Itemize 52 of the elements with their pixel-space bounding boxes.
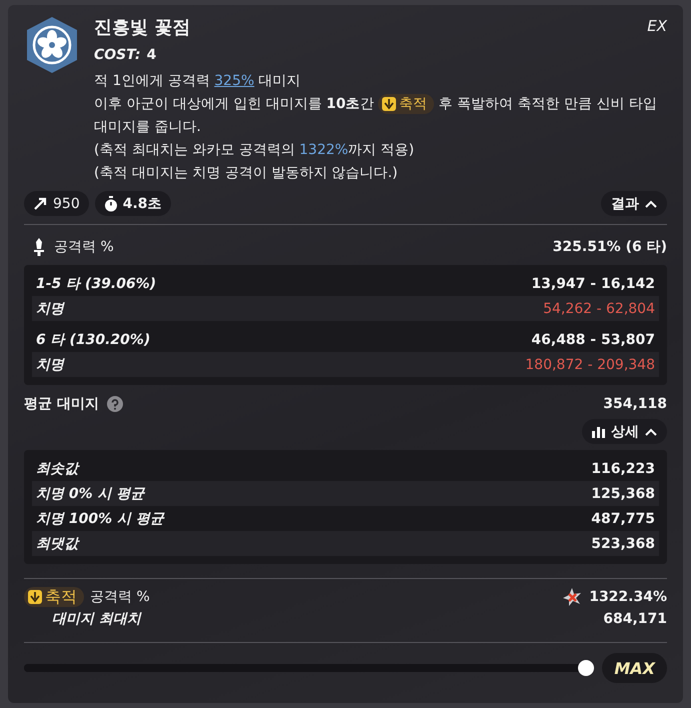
attack-label: 공격력 % (54, 238, 114, 256)
stat-chip: 950 (24, 191, 89, 216)
bar-chart-icon (592, 425, 605, 438)
skill-type: EX (647, 17, 667, 35)
arrow-icon (33, 196, 48, 211)
tag-icon (28, 590, 42, 604)
summary-label: 최솟값 (36, 460, 78, 478)
attack-value: 325.51% (6 타) (552, 238, 667, 256)
hit-value: 46,488 - 53,807 (531, 332, 655, 348)
caret-icon (645, 200, 657, 208)
summary-label: 치명 0% 시 평균 (36, 484, 144, 502)
stat-chip: 4.8초 (94, 191, 171, 216)
cost-value: 4 (146, 46, 156, 65)
slider-thumb[interactable] (578, 660, 594, 676)
tag-icon (382, 97, 396, 112)
burst-icon (563, 588, 582, 606)
crit-label: 치명 (36, 356, 64, 374)
caret-icon (645, 428, 657, 436)
summary-value: 523,368 (591, 536, 655, 552)
result-toggle[interactable]: 결과 (601, 191, 667, 216)
max-damage-value: 684,171 (603, 611, 667, 627)
description-line: (축적 최대치는 와카모 공격력의 1322%까지 적용) (94, 141, 416, 160)
stopwatch-icon (104, 196, 118, 212)
flower-icon (24, 15, 80, 75)
detail-toggle[interactable]: 상세 (582, 419, 667, 444)
description-line: 적 1인에게 공격력 325% 대미지 (94, 72, 302, 91)
hit-label: 6 타 (130.20%) (36, 330, 150, 348)
hit-label: 1-5 타 (39.06%) (36, 274, 156, 292)
accumulate-value: 1322.34% (589, 589, 667, 605)
crit-value: 180,872 - 209,348 (525, 356, 655, 372)
description-line: (축적 대미지는 치명 공격이 발동하지 않습니다.) (94, 164, 399, 183)
keyword-tag: 축적 (378, 94, 434, 114)
summary-value: 487,775 (591, 510, 655, 526)
hit-value: 13,947 - 16,142 (531, 276, 655, 292)
cost-label: COST: (94, 46, 141, 65)
summary-value: 125,368 (591, 486, 655, 502)
crit-label: 치명 (36, 300, 64, 318)
value-link[interactable]: 325% (214, 73, 254, 89)
crit-value: 54,262 - 62,804 (543, 300, 655, 316)
average-value: 354,118 (603, 396, 667, 412)
summary-value: 116,223 (591, 460, 655, 476)
skill-title: 진흥빛 꽃점 (94, 16, 190, 40)
accumulate-label: 공격력 % (90, 588, 150, 606)
max-damage-label: 대미지 최대치 (52, 610, 141, 628)
sword-icon (34, 238, 44, 256)
max-button[interactable]: MAX (602, 653, 667, 683)
summary-label: 최댓값 (36, 534, 78, 552)
description-line: 이후 아군이 대상에게 입힌 대미지를 10초간 축적 후 폭발하여 축적한 만큼 신비 타입 대미지를 줍니다. (94, 93, 658, 137)
keyword-tag: 축적 (24, 587, 84, 607)
average-label: 평균 대미지 (24, 395, 99, 413)
help-icon[interactable] (106, 396, 123, 412)
summary-label: 치명 100% 시 평균 (36, 510, 164, 528)
